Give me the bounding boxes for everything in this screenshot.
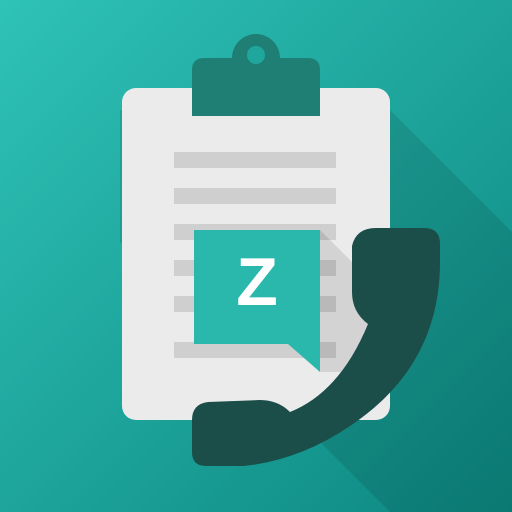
app-icon: Z (0, 0, 512, 512)
text-line (174, 188, 336, 204)
clipboard-clip-hole (247, 46, 265, 64)
text-line (174, 152, 336, 168)
badge-letter: Z (236, 244, 278, 320)
app-icon-artwork: Z (0, 0, 512, 512)
